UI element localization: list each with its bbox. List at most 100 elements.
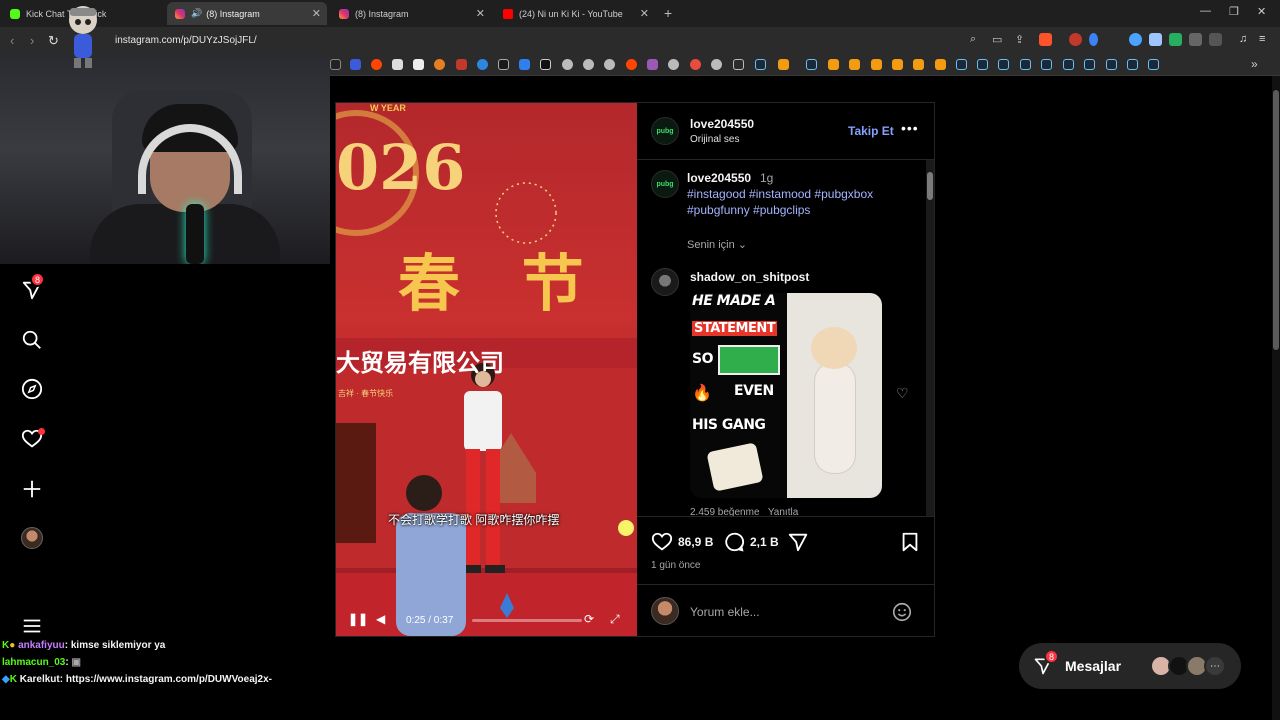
steam-icon[interactable] (1020, 59, 1031, 70)
sidebar-icon[interactable] (1209, 33, 1222, 46)
share-icon[interactable] (787, 531, 809, 553)
extension-icon[interactable] (1149, 33, 1162, 46)
bookmark-icon[interactable] (899, 531, 921, 553)
bookmark-icon[interactable] (871, 59, 882, 70)
comment-icon[interactable] (723, 531, 745, 553)
steam-icon[interactable] (806, 59, 817, 70)
steam-icon[interactable] (1041, 59, 1052, 70)
bookmark-icon[interactable] (562, 59, 573, 70)
media-icon[interactable]: ♫ (1239, 33, 1247, 45)
author-name[interactable]: love204550 (690, 117, 754, 131)
x-bookmark-icon[interactable] (330, 59, 341, 70)
extension-icon[interactable] (1129, 33, 1142, 46)
loop-icon[interactable]: ⟳ (584, 612, 594, 626)
bookmark-icon[interactable] (828, 59, 839, 70)
tab-youtube[interactable]: (24) Ni un Ki Ki - YouTube ✕ (495, 2, 655, 25)
bookmark-icon[interactable] (668, 59, 679, 70)
steam-icon[interactable] (956, 59, 967, 70)
page-scroll-thumb[interactable] (1273, 90, 1279, 350)
bookmark-icon[interactable] (778, 59, 789, 70)
extensions-icon[interactable] (1189, 33, 1202, 46)
for-you-dropdown[interactable]: Senin için ⌄ (687, 238, 747, 251)
pause-icon[interactable]: ❚❚ (348, 612, 368, 626)
share-icon[interactable]: ⇪ (1015, 33, 1024, 46)
like-icon[interactable] (651, 531, 673, 553)
more-bookmarks-icon[interactable]: » (1251, 57, 1258, 71)
comment-input[interactable]: Yorum ekle... (690, 605, 760, 619)
bookmark-icon[interactable] (849, 59, 860, 70)
extension-icon[interactable] (1069, 33, 1082, 46)
bookmark-icon[interactable] (434, 59, 445, 70)
steam-icon[interactable] (755, 59, 766, 70)
nav-direct[interactable]: 8 (20, 272, 45, 302)
new-tab-button[interactable]: + (664, 5, 672, 21)
tab-instagram[interactable]: (8) Instagram ✕ (331, 2, 491, 25)
nav-profile[interactable] (20, 526, 44, 550)
more-options-icon[interactable]: ••• (901, 120, 919, 136)
comment-like-icon[interactable]: ♡ (896, 385, 909, 402)
bookmark-icon[interactable] (498, 59, 509, 70)
likes-count[interactable]: 86,9 B (678, 535, 713, 549)
bookmark-icon[interactable] (604, 59, 615, 70)
reddit-icon[interactable] (371, 59, 382, 70)
close-tab-icon[interactable]: ✕ (312, 7, 321, 20)
messages-button[interactable]: 8 Mesajlar ⋯ (1019, 643, 1241, 689)
emoji-icon[interactable] (891, 601, 913, 623)
brave-shield-icon[interactable] (1039, 33, 1052, 46)
comments-scrollbar[interactable] (926, 160, 934, 516)
caption-author[interactable]: love204550 (687, 171, 751, 185)
commenter-avatar[interactable] (651, 268, 679, 296)
caption-avatar[interactable]: pubg (651, 170, 679, 198)
bookmark-icon[interactable] (935, 59, 946, 70)
close-tab-icon[interactable]: ✕ (476, 7, 485, 20)
reel-video[interactable]: W YEAR 026 春 节 大贸易有限公司 吉祥 · 春节快乐 不会打歌学打歌… (336, 103, 637, 636)
extension-icon[interactable] (1169, 33, 1182, 46)
restore-icon[interactable]: ❐ (1229, 5, 1239, 18)
bookmark-icon[interactable] (583, 59, 594, 70)
steam-icon[interactable] (1148, 59, 1159, 70)
bookmark-icon[interactable] (711, 59, 722, 70)
steam-icon[interactable] (977, 59, 988, 70)
close-window-icon[interactable]: ✕ (1257, 5, 1266, 18)
steam-icon[interactable] (1063, 59, 1074, 70)
steam-icon[interactable] (1106, 59, 1117, 70)
close-tab-icon[interactable]: ✕ (640, 7, 649, 20)
fullscreen-icon[interactable]: ⤢ (610, 612, 620, 627)
url-field[interactable]: instagram.com/p/DUYzJSojJFL/ (115, 35, 257, 46)
nav-explore[interactable] (20, 377, 44, 401)
caption-hashtags[interactable]: #instagood #instamood #pubgxbox #pubgfun… (687, 186, 917, 218)
tab-instagram-active[interactable]: 🔊 (8) Instagram ✕ (167, 2, 327, 25)
bookmark-icon[interactable] (892, 59, 903, 70)
bookmark-icon[interactable] (540, 59, 551, 70)
comments-scroll-thumb[interactable] (927, 172, 933, 200)
bookmark-icon[interactable] (456, 59, 467, 70)
folder-icon[interactable] (733, 59, 744, 70)
back-icon[interactable]: ‹ (10, 33, 14, 48)
nav-search[interactable] (20, 328, 44, 352)
commenter-name[interactable]: shadow_on_shitpost (690, 270, 809, 284)
bookmark-icon[interactable] (350, 59, 361, 70)
steam-icon[interactable] (1127, 59, 1138, 70)
menu-icon[interactable]: ≡ (1259, 33, 1265, 45)
comment-gif[interactable]: HE MADE A STATEMENT SO 🔥 EVEN HIS GANG (690, 293, 882, 498)
reddit-icon[interactable] (626, 59, 637, 70)
bookmark-icon[interactable] (690, 59, 701, 70)
audio-label[interactable]: Orijinal ses (690, 134, 739, 145)
steam-icon[interactable] (1084, 59, 1095, 70)
minimize-icon[interactable]: — (1200, 5, 1211, 17)
mute-icon[interactable]: ◀ (376, 612, 385, 626)
bookmark-icon[interactable] (519, 59, 530, 70)
reload-icon[interactable]: ↻ (48, 33, 59, 49)
nav-notifications[interactable] (20, 427, 45, 451)
author-avatar[interactable]: pubg (651, 117, 679, 145)
bookmark-icon[interactable] (913, 59, 924, 70)
amazon-icon[interactable] (413, 59, 424, 70)
zoom-icon[interactable]: ⌕ (970, 33, 976, 46)
follow-button[interactable]: Takip Et (848, 124, 894, 138)
bookmark-icon[interactable] (477, 59, 488, 70)
cast-icon[interactable]: ▭ (992, 33, 1002, 46)
bookmark-icon[interactable] (647, 59, 658, 70)
nav-more[interactable] (20, 614, 44, 638)
extension-icon[interactable] (1089, 33, 1098, 46)
progress-bar[interactable] (472, 619, 582, 622)
